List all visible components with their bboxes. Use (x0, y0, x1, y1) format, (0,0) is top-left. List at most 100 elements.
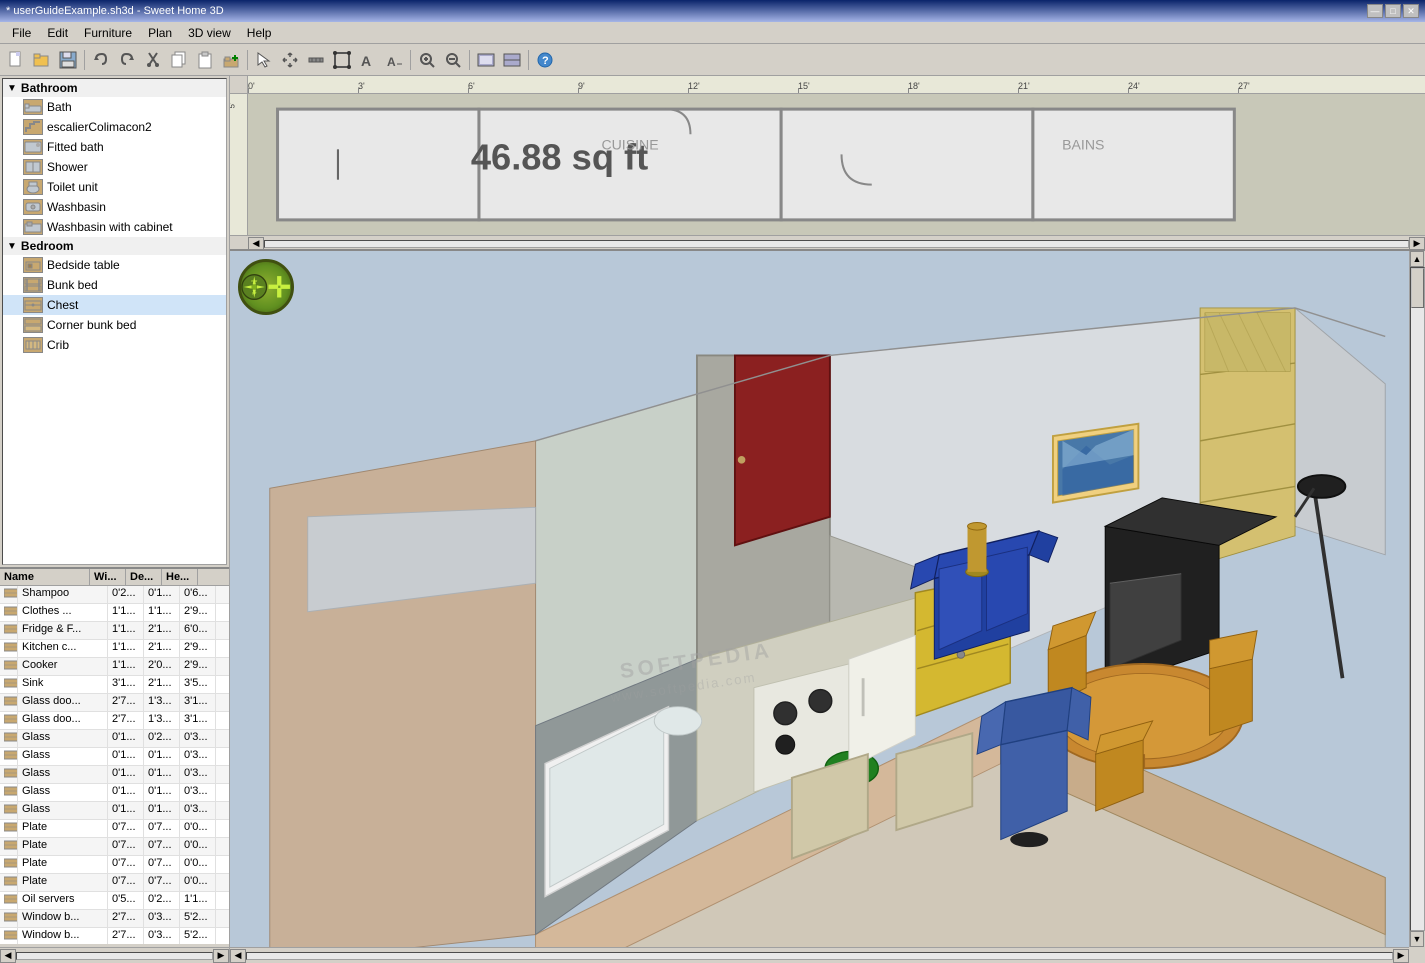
item-chest[interactable]: Chest (3, 295, 226, 315)
scroll-down-btn[interactable]: ▼ (1410, 931, 1424, 947)
copy-button[interactable] (167, 48, 191, 72)
menu-plan[interactable]: Plan (140, 24, 180, 42)
category-expand-icon: ▼ (7, 83, 17, 94)
table-row[interactable]: Kitchen c...1'1...2'1...2'9... (0, 640, 229, 658)
menu-3dview[interactable]: 3D view (180, 24, 239, 42)
left-panel-scrollbar[interactable]: ◀ ▶ (0, 947, 229, 963)
view3d-hscrollbar[interactable]: ◀ ▶ (230, 947, 1409, 963)
nav-compass[interactable]: new per (238, 259, 294, 315)
row-width: 2'7... (108, 694, 144, 711)
create-rooms-tool[interactable] (330, 48, 354, 72)
create-dimension-tool[interactable]: A (382, 48, 406, 72)
row-width: 1'1... (108, 622, 144, 639)
redo-button[interactable] (115, 48, 139, 72)
table-row[interactable]: Glass0'1...0'1...0'3... (0, 766, 229, 784)
floorplan-canvas[interactable]: 46.88 sq ft CUISINE BAINS (248, 94, 1425, 235)
table-row[interactable]: Cooker1'1...2'0...2'9... (0, 658, 229, 676)
item-bunk-bed[interactable]: Bunk bed (3, 275, 226, 295)
category-bathroom[interactable]: ▼ Bathroom (3, 79, 226, 97)
table-row[interactable]: Shampoo0'2...0'1...0'6... (0, 586, 229, 604)
item-shower[interactable]: Shower (3, 157, 226, 177)
menu-furniture[interactable]: Furniture (76, 24, 140, 42)
row-icon (0, 694, 18, 711)
v-scroll-thumb[interactable] (1411, 268, 1424, 308)
save-button[interactable] (56, 48, 80, 72)
table-row[interactable]: Plate0'7...0'7...0'0... (0, 874, 229, 892)
table-row[interactable]: Window b...2'7...0'3...5'2... (0, 928, 229, 944)
item-washbasin[interactable]: Washbasin (3, 197, 226, 217)
menu-help[interactable]: Help (239, 24, 280, 42)
3d-display-btn2[interactable] (500, 48, 524, 72)
floorplan-hscrollbar[interactable]: ◀ ▶ (230, 235, 1425, 251)
menu-file[interactable]: File (4, 24, 39, 42)
table-row[interactable]: Oil servers0'5...0'2...1'1... (0, 892, 229, 910)
col-de-header: De... (126, 569, 162, 585)
row-width: 0'1... (108, 748, 144, 765)
cut-button[interactable] (141, 48, 165, 72)
help-button[interactable]: ? (533, 48, 557, 72)
props-body[interactable]: Shampoo0'2...0'1...0'6...Clothes ...1'1.… (0, 586, 229, 944)
3d-room-svg: SOFTPEDIA www.softpedia.com (230, 251, 1425, 963)
v-scroll-track[interactable] (1410, 267, 1425, 931)
fp-scroll-track[interactable] (264, 240, 1409, 248)
fp-scroll-left[interactable]: ◀ (248, 237, 264, 251)
item-crib[interactable]: Crib (3, 335, 226, 355)
row-name: Sink (18, 676, 108, 693)
table-row[interactable]: Fridge & F...1'1...2'1...6'0... (0, 622, 229, 640)
create-text-tool[interactable]: A (356, 48, 380, 72)
table-row[interactable]: Glass doo...2'7...1'3...3'1... (0, 694, 229, 712)
scroll-right-btn[interactable]: ▶ (213, 949, 229, 963)
item-corner-bunk[interactable]: Corner bunk bed (3, 315, 226, 335)
pan-tool[interactable] (278, 48, 302, 72)
add-furniture-button[interactable] (219, 48, 243, 72)
3d-scroll-track[interactable] (246, 952, 1393, 960)
create-walls-tool[interactable] (304, 48, 328, 72)
scroll-up-btn[interactable]: ▲ (1410, 251, 1424, 267)
table-row[interactable]: Glass0'1...0'1...0'3... (0, 784, 229, 802)
item-toilet[interactable]: Toilet unit (3, 177, 226, 197)
item-escalier[interactable]: escalierColimacon2 (3, 117, 226, 137)
item-fitted-bath[interactable]: Fitted bath (3, 137, 226, 157)
item-bath[interactable]: Bath (3, 97, 226, 117)
table-row[interactable]: Plate0'7...0'7...0'0... (0, 820, 229, 838)
ruler-mark-8: 24' (1128, 81, 1140, 91)
table-row[interactable]: Sink3'1...2'1...3'5... (0, 676, 229, 694)
scroll-left-btn[interactable]: ◀ (0, 949, 16, 963)
item-washbasin-cabinet[interactable]: Washbasin with cabinet (3, 217, 226, 237)
3d-display-button[interactable] (474, 48, 498, 72)
view3d-area[interactable]: new per (230, 251, 1425, 963)
ruler-mark-0: 0' (248, 81, 255, 91)
row-depth: 0'1... (144, 784, 180, 801)
table-row[interactable]: Glass0'1...0'1...0'3... (0, 748, 229, 766)
left-panel: ▼ Bathroom Bath escalierColimacon2 Fitt (0, 76, 230, 963)
scroll-track-h[interactable] (16, 952, 213, 960)
item-bedside-table[interactable]: Bedside table (3, 255, 226, 275)
table-row[interactable]: Glass0'1...0'1...0'3... (0, 802, 229, 820)
zoom-in-button[interactable] (415, 48, 439, 72)
table-row[interactable]: Glass doo...2'7...1'3...3'1... (0, 712, 229, 730)
zoom-out-button[interactable] (441, 48, 465, 72)
fp-scroll-right[interactable]: ▶ (1409, 237, 1425, 251)
menu-edit[interactable]: Edit (39, 24, 76, 42)
open-button[interactable] (30, 48, 54, 72)
v-scrollbar[interactable]: ▲ ▼ (1409, 251, 1425, 947)
fitted-bath-icon (23, 139, 43, 155)
paste-button[interactable] (193, 48, 217, 72)
table-row[interactable]: Plate0'7...0'7...0'0... (0, 856, 229, 874)
undo-button[interactable] (89, 48, 113, 72)
new-button[interactable] (4, 48, 28, 72)
item-washbasin-cabinet-label: Washbasin with cabinet (47, 220, 173, 234)
3d-scroll-right[interactable]: ▶ (1393, 949, 1409, 963)
furniture-tree[interactable]: ▼ Bathroom Bath escalierColimacon2 Fitt (2, 78, 227, 565)
category-bedroom[interactable]: ▼ Bedroom (3, 237, 226, 255)
minimize-button[interactable]: — (1367, 4, 1383, 18)
table-row[interactable]: Clothes ...1'1...1'1...2'9... (0, 604, 229, 622)
table-row[interactable]: Glass0'1...0'2...0'3... (0, 730, 229, 748)
table-row[interactable]: Window b...2'7...0'3...5'2... (0, 910, 229, 928)
row-depth: 1'3... (144, 694, 180, 711)
table-row[interactable]: Plate0'7...0'7...0'0... (0, 838, 229, 856)
select-tool[interactable] (252, 48, 276, 72)
3d-scroll-left[interactable]: ◀ (230, 949, 246, 963)
maximize-button[interactable]: □ (1385, 4, 1401, 18)
close-button[interactable]: ✕ (1403, 4, 1419, 18)
